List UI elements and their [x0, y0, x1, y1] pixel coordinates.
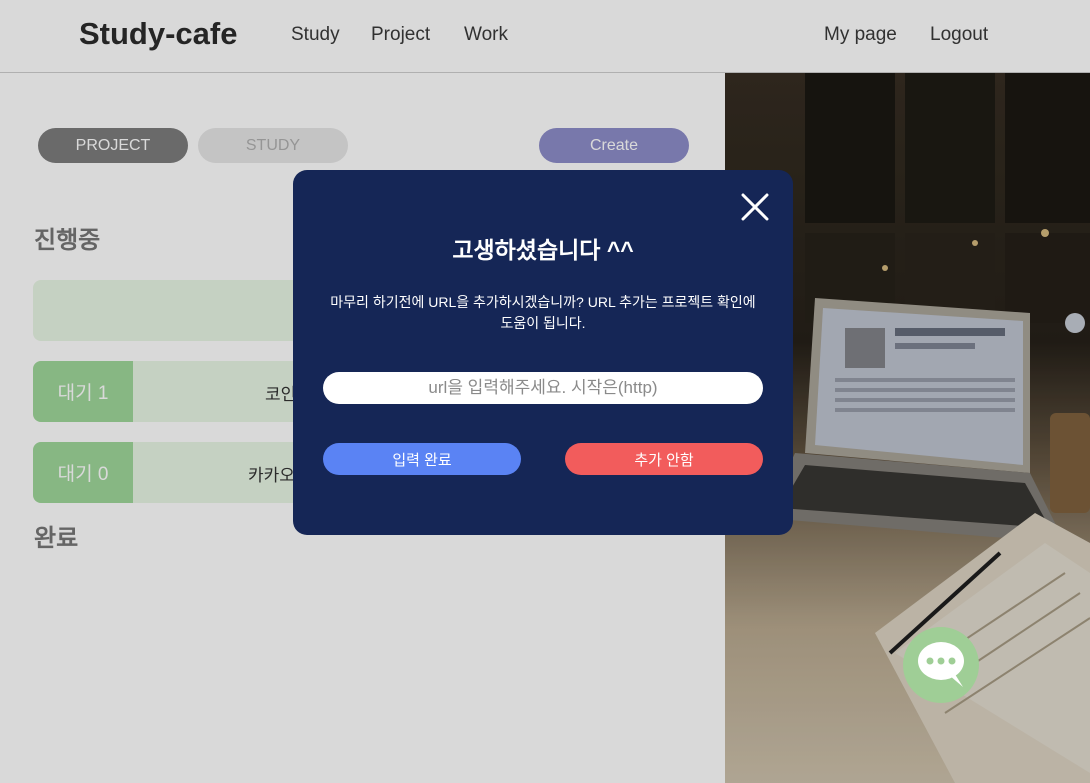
close-icon[interactable]: [738, 190, 772, 224]
modal-message: 마무리 하기전에 URL을 추가하시겠습니까? URL 추가는 프로젝트 확인에…: [330, 294, 756, 331]
chat-button[interactable]: [903, 627, 979, 703]
chat-bubble-icon: [918, 642, 964, 687]
modal-title: 고생하셨습니다 ^^: [452, 237, 634, 263]
skip-button[interactable]: 추가 안함: [565, 443, 763, 475]
confirm-button[interactable]: 입력 완료: [323, 443, 521, 475]
finish-project-modal: 고생하셨습니다 ^^ 마무리 하기전에 URL을 추가하시겠습니까? URL 추…: [293, 170, 793, 535]
url-input[interactable]: [323, 372, 763, 404]
